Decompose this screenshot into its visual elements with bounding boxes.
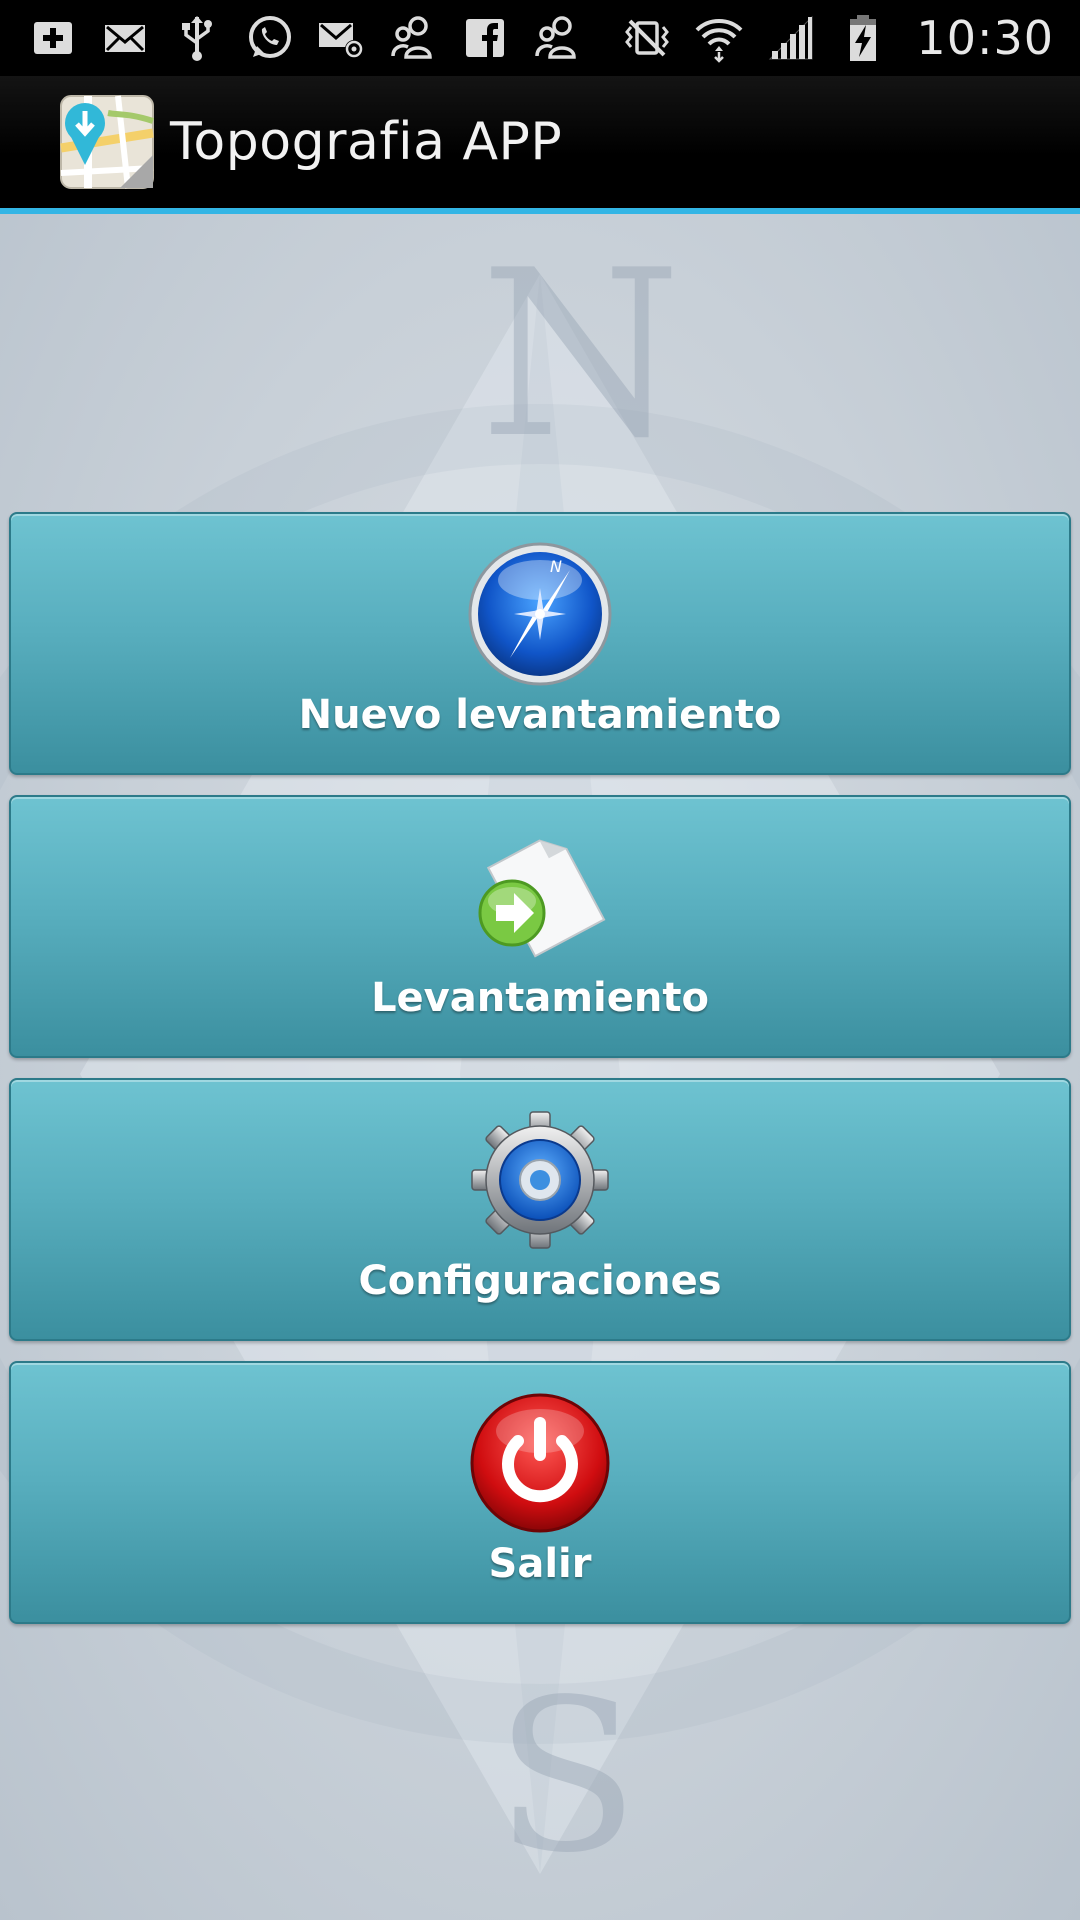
people-icon xyxy=(532,13,582,63)
people-icon xyxy=(388,13,438,63)
exit-button[interactable]: Salir xyxy=(9,1361,1071,1624)
usb-icon xyxy=(172,13,222,63)
add-box-icon xyxy=(28,13,78,63)
whatsapp-icon xyxy=(244,13,294,63)
settings-label: Configuraciones xyxy=(358,1258,722,1304)
watermark-south-letter: S xyxy=(495,1654,639,1899)
battery-charging-icon xyxy=(838,13,888,63)
system-icons: 10:30 xyxy=(622,11,1054,65)
app-screen: 10:30 Topografia APP N S N Nuevo levanta… xyxy=(0,0,1080,1920)
survey-button[interactable]: Levantamiento xyxy=(9,795,1071,1058)
power-icon xyxy=(468,1391,612,1535)
mail-icon xyxy=(100,13,150,63)
main-menu: N Nuevo levantamiento Levantamiento Conf… xyxy=(9,512,1071,1644)
status-clock: 10:30 xyxy=(916,11,1054,65)
signal-icon xyxy=(766,13,816,63)
gear-icon xyxy=(468,1108,612,1252)
facebook-icon xyxy=(460,13,510,63)
new-survey-label: Nuevo levantamiento xyxy=(298,692,782,738)
status-bar: 10:30 xyxy=(0,0,1080,76)
notification-icons xyxy=(28,13,582,63)
map-pin-icon[interactable] xyxy=(58,93,156,191)
app-title: Topografia APP xyxy=(170,112,563,172)
new-survey-button[interactable]: N Nuevo levantamiento xyxy=(9,512,1071,775)
svg-text:N: N xyxy=(550,557,562,576)
watermark-north-letter: N xyxy=(480,222,682,489)
wifi-icon xyxy=(694,13,744,63)
main-content: N S N Nuevo levantamiento Levantamiento … xyxy=(0,214,1080,1920)
document-arrow-icon xyxy=(468,825,612,969)
survey-label: Levantamiento xyxy=(371,975,709,1021)
vibrate-mute-icon xyxy=(622,13,672,63)
settings-button[interactable]: Configuraciones xyxy=(9,1078,1071,1341)
action-bar: Topografia APP xyxy=(0,76,1080,214)
compass-icon: N xyxy=(468,542,612,686)
exit-label: Salir xyxy=(488,1541,592,1587)
email-at-icon xyxy=(316,13,366,63)
